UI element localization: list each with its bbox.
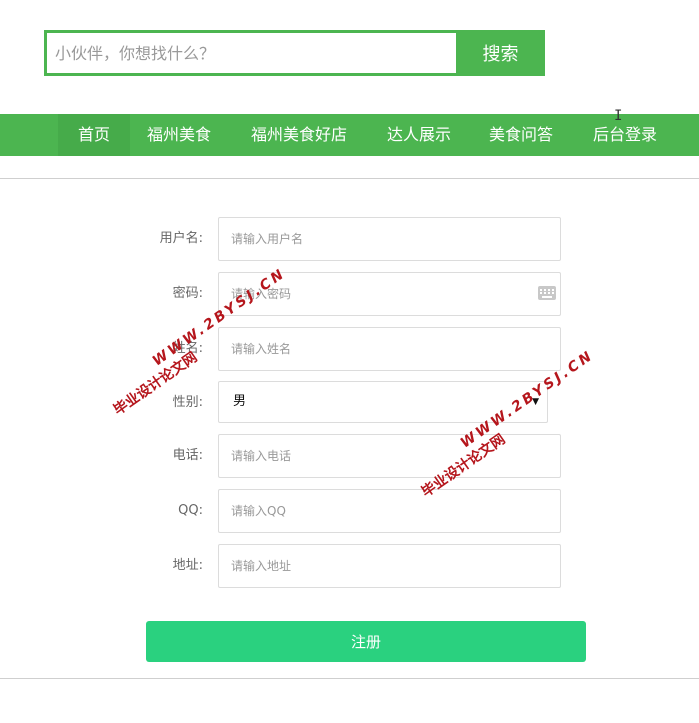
- qq-label: QQ:: [178, 503, 203, 518]
- register-button[interactable]: 注册: [146, 621, 586, 662]
- nav-item-fuzhou-food-shops[interactable]: 福州美食好店: [238, 114, 360, 156]
- address-label: 地址:: [172, 558, 203, 573]
- phone-label: 电话:: [172, 448, 203, 463]
- top-divider: [0, 178, 699, 179]
- username-label: 用户名:: [159, 231, 203, 246]
- address-input[interactable]: [218, 544, 561, 588]
- nav-item-home[interactable]: 首页: [58, 114, 130, 156]
- search-bar: 搜索: [44, 30, 545, 76]
- password-label: 密码:: [172, 286, 203, 301]
- form-row-qq: QQ:: [0, 489, 699, 533]
- nav-item-experts[interactable]: 达人展示: [376, 114, 462, 156]
- form-row-phone: 电话:: [0, 434, 699, 478]
- keyboard-icon[interactable]: [538, 286, 556, 300]
- main-nav: 首页 福州美食 福州美食好店 达人展示 美食问答 后台登录: [0, 114, 699, 156]
- qq-input[interactable]: [218, 489, 561, 533]
- search-input[interactable]: [47, 33, 456, 73]
- gender-selected-value: 男: [233, 394, 247, 409]
- nav-item-food-qa[interactable]: 美食问答: [478, 114, 564, 156]
- name-input[interactable]: [218, 327, 561, 371]
- nav-item-fuzhou-food[interactable]: 福州美食: [138, 114, 220, 156]
- gender-label: 性别:: [172, 395, 203, 410]
- search-button[interactable]: 搜索: [456, 30, 545, 76]
- text-cursor-icon: I: [614, 108, 623, 124]
- bottom-divider: [0, 678, 699, 679]
- nav-item-admin-login[interactable]: 后台登录: [582, 114, 668, 156]
- form-row-address: 地址:: [0, 544, 699, 588]
- page: 搜索 首页 福州美食 福州美食好店 达人展示 美食问答 后台登录 I 用户名: …: [0, 0, 699, 723]
- form-row-username: 用户名:: [0, 217, 699, 261]
- username-input[interactable]: [218, 217, 561, 261]
- form-row-password: 密码:: [0, 272, 699, 316]
